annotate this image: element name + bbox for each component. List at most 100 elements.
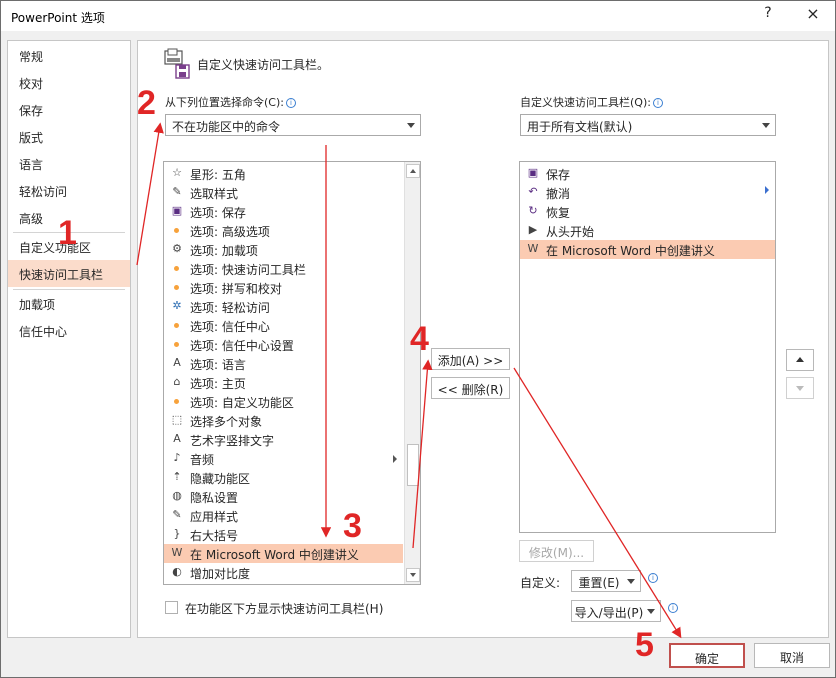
toolbar-commands-list[interactable]: ▣ 保存 ↶ 撤消 ↻ 恢复 ▶ 从头开始 W 在 Microsoft Word 中创建讲义	[519, 161, 776, 533]
available-command-list-item[interactable]: ✎ 选取样式	[164, 183, 403, 202]
cancel-button[interactable]: 取消	[754, 643, 830, 668]
reset-button-label: 重置(E)	[578, 576, 620, 590]
available-command-item-label: 音频	[190, 453, 215, 467]
bullet-icon	[174, 342, 179, 347]
available-command-list-item[interactable]: ⬚ 选择多个对象	[164, 411, 403, 430]
nav-item-general[interactable]: 常规	[8, 42, 130, 69]
available-command-item-label: 星形: 五角	[190, 168, 246, 182]
available-command-item-label: 在 Microsoft Word 中创建讲义	[190, 548, 359, 562]
nav-item-addins[interactable]: 加载项	[8, 290, 130, 317]
info-icon: i	[652, 98, 663, 108]
available-command-list-item[interactable]: A 艺术字竖排文字	[164, 430, 403, 449]
window-title: PowerPoint 选项	[11, 11, 105, 25]
available-command-list-item[interactable]: ♪ 音频	[164, 449, 403, 468]
available-command-item-label: 选项: 快速访问工具栏	[190, 263, 306, 277]
available-command-list-item[interactable]: W 在 Microsoft Word 中创建讲义	[164, 544, 403, 563]
reset-button[interactable]: 重置(E)	[571, 570, 641, 592]
move-down-icon	[796, 386, 804, 391]
available-command-list-item[interactable]: } 右大括号	[164, 525, 403, 544]
contrast-icon: ◐	[172, 565, 182, 578]
available-command-item-label: 选项: 主页	[190, 377, 246, 391]
addin-icon: ⚙	[172, 242, 182, 255]
save-icon: ▣	[527, 166, 539, 179]
chevron-down-icon	[407, 123, 415, 128]
available-command-list-item[interactable]: 选项: 拼写和校对	[164, 278, 403, 297]
scroll-thumb[interactable]	[407, 444, 419, 486]
toolbar-command-list-item[interactable]: ↶ 撤消	[520, 183, 775, 202]
available-command-list-item[interactable]: 选项: 高级选项	[164, 221, 403, 240]
available-command-list-item[interactable]: 选项: 信任中心设置	[164, 335, 403, 354]
redo-icon: ↻	[528, 204, 538, 217]
available-command-list-item[interactable]: ⚙ 选项: 加载项	[164, 240, 403, 259]
toolbar-command-list-item[interactable]: ↻ 恢复	[520, 202, 775, 221]
available-command-list-item[interactable]: 选项: 信任中心	[164, 316, 403, 335]
available-command-list-item[interactable]: ✎ 应用样式	[164, 506, 403, 525]
available-command-list-item[interactable]: ▣ 选项: 保存	[164, 202, 403, 221]
remove-button[interactable]: << 删除(R)	[431, 377, 510, 399]
available-command-item-label: 选项: 信任中心	[190, 320, 270, 334]
available-command-list-item[interactable]: ☆ 星形: 五角	[164, 164, 403, 183]
info-icon: i	[285, 98, 296, 108]
undo-icon: ↶	[528, 185, 538, 198]
chevron-down-icon	[762, 123, 770, 128]
nav-item-save[interactable]: 保存	[8, 96, 130, 123]
available-command-list-item[interactable]: A 选项: 语言	[164, 354, 403, 373]
available-command-list-item[interactable]: ◍ 隐私设置	[164, 487, 403, 506]
commands-scrollbar[interactable]	[404, 162, 420, 584]
move-up-button[interactable]	[786, 349, 814, 371]
available-commands-list[interactable]: ☆ 星形: 五角 ✎ 选取样式 ▣ 选项: 保存 选项: 高级选项 ⚙ 选项: 加载项选项: 快…	[163, 161, 421, 585]
nav-item-proofing[interactable]: 校对	[8, 69, 130, 96]
chevron-down-icon	[627, 579, 635, 584]
show-below-ribbon-label: 在功能区下方显示快速访问工具栏(H)	[185, 602, 384, 616]
nav-item-layout[interactable]: 版式	[8, 123, 130, 150]
available-command-item-label: 选项: 语言	[190, 358, 246, 372]
modify-button[interactable]: 修改(M)...	[519, 540, 594, 562]
chevron-down-icon	[647, 609, 655, 614]
toolbar-command-item-label: 撤消	[546, 187, 571, 201]
available-command-item-label: 选项: 拼写和校对	[190, 282, 282, 296]
move-up-icon	[796, 357, 804, 362]
show-below-ribbon-checkbox[interactable]	[165, 601, 178, 614]
toolbar-command-list-item[interactable]: ▶ 从头开始	[520, 221, 775, 240]
available-command-list-item[interactable]: ⌂ 选项: 主页	[164, 373, 403, 392]
move-down-button[interactable]	[786, 377, 814, 399]
eyedropper-icon: ✎	[172, 185, 182, 198]
available-command-item-label: 隐藏功能区	[190, 472, 251, 486]
available-command-list-item[interactable]: 选项: 快速访问工具栏	[164, 259, 403, 278]
available-command-item-label: 选项: 保存	[190, 206, 246, 220]
nav-item-quick-access-toolbar[interactable]: 快速访问工具栏	[8, 260, 130, 287]
eyedropper-icon: ✎	[172, 508, 182, 521]
annotation-number-3: 3	[343, 507, 362, 545]
available-command-item-label: 选择多个对象	[190, 415, 263, 429]
title-bar: PowerPoint 选项 ? ×	[1, 1, 835, 31]
close-icon[interactable]: ×	[801, 4, 825, 26]
choose-commands-value: 不在功能区中的命令	[172, 120, 281, 134]
choose-commands-dropdown[interactable]: 不在功能区中的命令	[165, 114, 421, 136]
available-command-item-label: 选项: 自定义功能区	[190, 396, 294, 410]
save-icon: ▣	[171, 204, 183, 217]
page-title: 自定义快速访问工具栏。	[197, 58, 330, 72]
available-command-list-item[interactable]: ✲ 选项: 轻松访问	[164, 297, 403, 316]
available-command-item-label: 隐私设置	[190, 491, 239, 505]
quick-access-toolbar-icon	[164, 48, 190, 79]
import-export-button[interactable]: 导入/导出(P)	[571, 600, 661, 622]
toolbar-command-list-item[interactable]: W 在 Microsoft Word 中创建讲义	[520, 240, 775, 259]
toolbar-scope-value: 用于所有文档(默认)	[527, 120, 633, 134]
nav-item-accessibility[interactable]: 轻松访问	[8, 177, 130, 204]
nav-item-language[interactable]: 语言	[8, 150, 130, 177]
toolbar-command-list-item[interactable]: ▣ 保存	[520, 164, 775, 183]
add-button[interactable]: 添加(A) >>	[431, 348, 510, 370]
ok-button[interactable]: 确定	[669, 643, 745, 668]
toolbar-command-item-label: 在 Microsoft Word 中创建讲义	[546, 244, 715, 258]
scroll-down-icon[interactable]	[406, 568, 420, 582]
available-command-item-label: 艺术字竖排文字	[190, 434, 275, 448]
available-command-item-label: 右大括号	[190, 529, 239, 543]
nav-item-trust-center[interactable]: 信任中心	[8, 317, 130, 344]
available-command-list-item[interactable]: 选项: 自定义功能区	[164, 392, 403, 411]
help-icon[interactable]: ?	[758, 5, 778, 25]
toolbar-scope-dropdown[interactable]: 用于所有文档(默认)	[520, 114, 776, 136]
available-command-list-item[interactable]: ⇡ 隐藏功能区	[164, 468, 403, 487]
scroll-up-icon[interactable]	[406, 164, 420, 178]
star-icon: ☆	[172, 166, 182, 179]
available-command-list-item[interactable]: ◐ 增加对比度	[164, 563, 403, 582]
